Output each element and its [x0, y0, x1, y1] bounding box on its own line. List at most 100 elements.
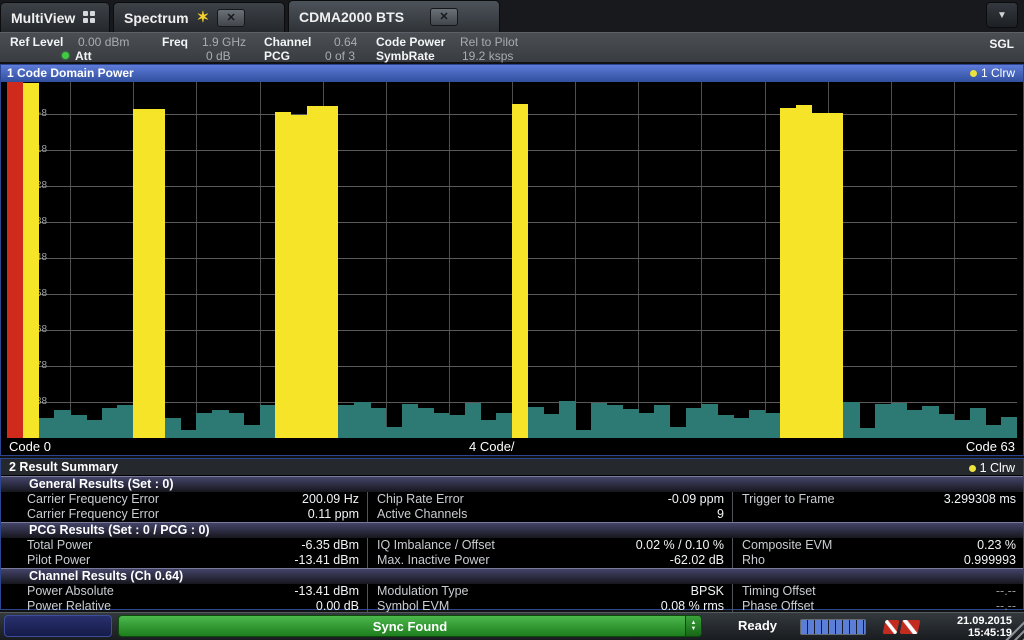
result-label: Active Channels [377, 507, 583, 522]
result-summary-table: General Results (Set : 0)Carrier Frequen… [1, 476, 1023, 614]
vertical-gridline [260, 82, 261, 438]
tab-cdma2000-bts[interactable]: CDMA2000 BTS ✕ [288, 0, 500, 32]
tab-cdma2000-close-icon[interactable]: ✕ [430, 8, 458, 26]
pcg-value[interactable]: 0 of 3 [325, 49, 355, 63]
result-value: -13.41 dBm [271, 553, 359, 568]
inactive-code-bar-57 [907, 410, 923, 438]
active-code-bar-50 [796, 105, 812, 438]
summary-window-title: 2 Result Summary [9, 460, 118, 474]
trace-color-icon [970, 70, 977, 77]
pcg-label[interactable]: PCG [264, 49, 290, 63]
result-label: Max. Inactive Power [377, 553, 583, 568]
inactive-code-bar-15 [244, 425, 260, 438]
inactive-code-bar-14 [228, 413, 244, 438]
instrument-screen: MultiView Spectrum ✶ ✕ CDMA2000 BTS ✕ ▼ … [0, 0, 1024, 640]
freq-value[interactable]: 1.9 GHz [202, 35, 246, 49]
result-label [742, 507, 938, 522]
date-time: 21.09.2015 15:45:19 [957, 615, 1012, 639]
tab-list-dropdown-button[interactable]: ▼ [986, 2, 1018, 28]
symbrate-label[interactable]: SymbRate [376, 49, 435, 63]
att-value[interactable]: 0 dB [206, 49, 231, 63]
summary-trace-badge-label: 1 Clrw [980, 460, 1015, 477]
inactive-code-bar-58 [922, 406, 938, 438]
freq-label[interactable]: Freq [162, 35, 188, 49]
inactive-code-bar-53 [843, 402, 859, 438]
result-value: -62.02 dB [583, 553, 724, 568]
inactive-code-bar-13 [212, 410, 228, 438]
vertical-gridline [891, 82, 892, 438]
result-label: Modulation Type [377, 584, 583, 599]
code-power-label[interactable]: Code Power [376, 35, 445, 49]
inactive-code-bar-6 [102, 408, 118, 438]
inactive-code-bar-48 [765, 413, 781, 438]
ref-level-label[interactable]: Ref Level [10, 35, 63, 49]
result-row: Carrier Frequency Error200.09 HzChip Rat… [1, 492, 1023, 507]
inactive-code-bar-4 [70, 415, 86, 438]
inactive-code-bar-42 [670, 427, 686, 438]
active-code-bar-1 [23, 83, 39, 438]
result-value [938, 507, 1016, 522]
inactive-code-bar-44 [701, 404, 717, 438]
result-row: Carrier Frequency Error0.11 ppmActive Ch… [1, 507, 1023, 522]
result-label: Power Absolute [27, 584, 271, 599]
sync-status-label: Sync Found [373, 619, 447, 634]
channel-label[interactable]: Channel [264, 35, 311, 49]
time-label: 15:45:19 [957, 627, 1012, 639]
trace-badge: 1 Clrw [970, 65, 1015, 81]
tab-spectrum-close-icon[interactable]: ✕ [217, 9, 245, 27]
inactive-code-bar-16 [260, 405, 276, 438]
result-label: Pilot Power [27, 553, 271, 568]
summary-trace-color-icon [969, 465, 976, 472]
ref-level-value[interactable]: 0.00 dBm [78, 35, 129, 49]
tab-spectrum-label: Spectrum [124, 10, 189, 26]
inactive-code-bar-56 [891, 403, 907, 438]
inactive-code-bar-62 [985, 425, 1001, 438]
ready-status-label: Ready [738, 618, 777, 633]
inactive-code-bar-21 [338, 405, 354, 438]
tab-multiview[interactable]: MultiView [0, 2, 110, 32]
result-value: BPSK [583, 584, 724, 599]
att-led-icon [62, 52, 69, 59]
att-label[interactable]: Att [75, 49, 92, 63]
vertical-gridline [449, 82, 450, 438]
column-divider [724, 538, 742, 553]
inactive-code-bar-34 [544, 414, 560, 438]
code-domain-power-plot: -8-18-28-38-48-58-68-78-88 [7, 82, 1017, 438]
inactive-code-bar-47 [749, 410, 765, 438]
trace-badge-label: 1 Clrw [981, 65, 1015, 81]
result-row: Power Absolute-13.41 dBm Modulation TypeB… [1, 584, 1023, 599]
result-label: Carrier Frequency Error [27, 507, 271, 522]
active-code-bar-0 [7, 82, 23, 438]
code-power-value[interactable]: Rel to Pilot [460, 35, 518, 49]
x-axis-left-label: Code 0 [9, 439, 51, 454]
tab-bar: MultiView Spectrum ✶ ✕ CDMA2000 BTS ✕ ▼ [0, 0, 1024, 32]
result-summary-window: 2 Result Summary 1 Clrw General Results … [0, 458, 1024, 610]
section-header: PCG Results (Set : 0 / PCG : 0) [1, 522, 1023, 538]
vertical-gridline [70, 82, 71, 438]
sync-bar-spinner[interactable]: ▲▼ [685, 616, 701, 636]
result-value: -13.41 dBm [271, 584, 359, 599]
tab-spectrum[interactable]: Spectrum ✶ ✕ [113, 2, 285, 32]
symbrate-value[interactable]: 19.2 ksps [462, 49, 513, 63]
tab-cdma2000-label: CDMA2000 BTS [299, 9, 404, 25]
inactive-code-bar-45 [717, 415, 733, 438]
section-header: General Results (Set : 0) [1, 476, 1023, 492]
active-code-bar-17 [275, 112, 291, 438]
active-code-bar-8 [133, 109, 165, 438]
softkey-button[interactable] [4, 615, 112, 637]
inactive-code-bar-28 [449, 415, 465, 438]
result-label: Trigger to Frame [742, 492, 938, 507]
inactive-code-bar-55 [875, 404, 891, 438]
result-label: Rho [742, 553, 938, 568]
date-label: 21.09.2015 [957, 615, 1012, 627]
inactive-code-bar-39 [622, 409, 638, 438]
inactive-code-bar-29 [465, 403, 481, 438]
inactive-code-bar-26 [417, 408, 433, 438]
column-divider [724, 584, 742, 599]
channel-value[interactable]: 0.64 [334, 35, 357, 49]
inactive-code-bar-46 [733, 418, 749, 438]
result-label: Timing Offset [742, 584, 938, 599]
result-label: IQ Imbalance / Offset [377, 538, 583, 553]
measurement-progress-bar [800, 619, 866, 635]
vertical-gridline [196, 82, 197, 438]
